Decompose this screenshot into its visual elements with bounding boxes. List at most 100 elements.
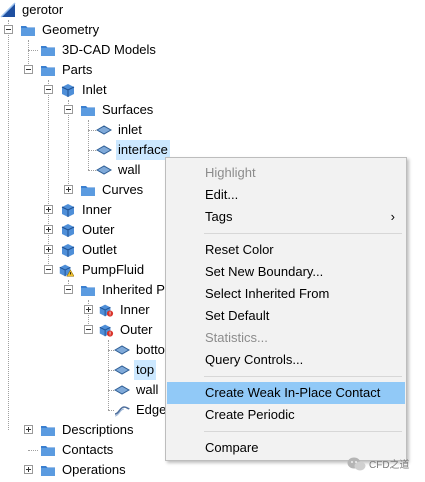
folder-icon — [41, 466, 55, 476]
tree-label: Contacts — [62, 442, 114, 457]
tree-item-parts[interactable]: Parts — [0, 60, 200, 80]
context-menu: Highlight Edit... Tags › Reset Color Set… — [165, 157, 407, 461]
tree-label: Geometry — [42, 22, 100, 37]
surface-icon — [96, 165, 112, 175]
surface-icon — [114, 365, 130, 375]
curve-icon — [114, 406, 130, 417]
watermark: CFD之道 — [347, 455, 417, 473]
wechat-icon — [347, 457, 366, 471]
tree-item-operations[interactable]: Operations — [0, 460, 165, 480]
tree-item-pf-outer[interactable]: Outer — [0, 320, 160, 340]
tree-line — [28, 50, 38, 51]
tree-label: Inner — [120, 302, 150, 317]
tree-label: Inner — [82, 202, 112, 217]
menu-separator — [204, 431, 402, 432]
simulation-icon — [0, 2, 16, 18]
tree-label: 3D-CAD Models — [62, 42, 156, 57]
expand-toggle[interactable] — [24, 425, 33, 434]
collapse-toggle[interactable] — [64, 105, 73, 114]
tree-item-inlet[interactable]: Inlet — [0, 80, 200, 100]
watermark-text: CFD之道 — [369, 460, 410, 471]
part-icon — [61, 224, 75, 237]
tree-label: Operations — [62, 462, 126, 477]
part-icon — [61, 84, 75, 97]
expand-toggle[interactable] — [44, 245, 53, 254]
part-error-icon — [99, 324, 114, 337]
tree-item-surfaces[interactable]: Surfaces — [0, 100, 200, 120]
tree-label: Curves — [102, 182, 144, 197]
tree-item-pf-top[interactable]: top — [0, 360, 165, 380]
expand-toggle[interactable] — [24, 465, 33, 474]
tree-label: Outer — [82, 222, 115, 237]
submenu-arrow-icon: › — [390, 209, 395, 224]
tree-line — [88, 150, 96, 151]
menu-item-create-periodic[interactable]: Create Periodic — [167, 404, 405, 426]
part-icon — [61, 204, 75, 217]
menu-item-tags[interactable]: Tags › — [167, 206, 405, 228]
expand-toggle[interactable] — [44, 205, 53, 214]
surface-icon — [114, 345, 130, 355]
menu-item-select-inherited-from[interactable]: Select Inherited From — [167, 283, 405, 305]
tree-item-pf-wall[interactable]: wall — [0, 380, 165, 400]
menu-separator — [204, 376, 402, 377]
tree-item-contacts[interactable]: Contacts — [0, 440, 165, 460]
part-warning-icon — [59, 264, 74, 277]
tree-label: gerotor — [22, 2, 64, 17]
tree-label: Surfaces — [102, 102, 154, 117]
tree-item-pf-edges[interactable]: Edge — [0, 400, 165, 420]
tree-item-pumpfluid[interactable]: PumpFluid — [0, 260, 160, 280]
tree-line — [28, 450, 38, 451]
tree-label: PumpFluid — [82, 262, 145, 277]
collapse-toggle[interactable] — [44, 85, 53, 94]
tree-label: Outer — [120, 322, 153, 337]
tree-line — [88, 130, 96, 131]
tree-label: top — [134, 360, 157, 380]
folder-icon — [41, 446, 55, 456]
menu-item-set-new-boundary[interactable]: Set New Boundary... — [167, 261, 405, 283]
surface-icon — [114, 385, 130, 395]
tree-label: Inherited P — [102, 282, 165, 297]
tree-item-outlet[interactable]: Outlet — [0, 240, 160, 260]
tree-item-descriptions[interactable]: Descriptions — [0, 420, 165, 440]
tree-item-inner[interactable]: Inner — [0, 200, 160, 220]
tree-label: Parts — [62, 62, 93, 77]
menu-item-edit[interactable]: Edit... — [167, 184, 405, 206]
tree-label: Inlet — [82, 82, 107, 97]
tree-item-outer[interactable]: Outer — [0, 220, 160, 240]
collapse-toggle[interactable] — [64, 285, 73, 294]
menu-item-create-weak-contact[interactable]: Create Weak In-Place Contact — [167, 382, 405, 404]
menu-separator — [204, 233, 402, 234]
tree-item-geometry[interactable]: Geometry — [0, 20, 200, 40]
menu-item-statistics: Statistics... — [205, 330, 268, 345]
tree-label: wall — [118, 162, 141, 177]
folder-icon — [41, 66, 55, 76]
menu-item-reset-color[interactable]: Reset Color — [167, 239, 405, 261]
tree-item-surface-inlet[interactable]: inlet — [0, 120, 200, 140]
tree-label: Descriptions — [62, 422, 134, 437]
tree-item-pf-bottom[interactable]: botto — [0, 340, 165, 360]
collapse-toggle[interactable] — [44, 265, 53, 274]
tree-item-surface-wall[interactable]: wall — [0, 160, 160, 180]
tree-item-cad-models[interactable]: 3D-CAD Models — [0, 40, 200, 60]
folder-icon — [81, 286, 95, 296]
expand-toggle[interactable] — [44, 225, 53, 234]
tree-item-curves[interactable]: Curves — [0, 180, 160, 200]
menu-item-set-default[interactable]: Set Default — [167, 305, 405, 327]
menu-item-query-controls[interactable]: Query Controls... — [167, 349, 405, 371]
expand-toggle[interactable] — [64, 185, 73, 194]
tree-item-root[interactable]: gerotor — [0, 0, 200, 20]
surface-icon — [96, 125, 112, 135]
tree-label: Edge — [136, 402, 165, 417]
tree-label: Outlet — [82, 242, 117, 257]
part-error-icon — [99, 304, 114, 317]
collapse-toggle[interactable] — [84, 325, 93, 334]
folder-icon — [41, 46, 55, 56]
tree-item-inherited-parts[interactable]: Inherited P — [0, 280, 165, 300]
collapse-toggle[interactable] — [24, 65, 33, 74]
expand-toggle[interactable] — [84, 305, 93, 314]
surface-icon — [96, 145, 112, 155]
tree-item-pf-inner[interactable]: Inner — [0, 300, 160, 320]
folder-icon — [21, 26, 35, 36]
folder-icon — [41, 426, 55, 436]
collapse-toggle[interactable] — [4, 25, 13, 34]
